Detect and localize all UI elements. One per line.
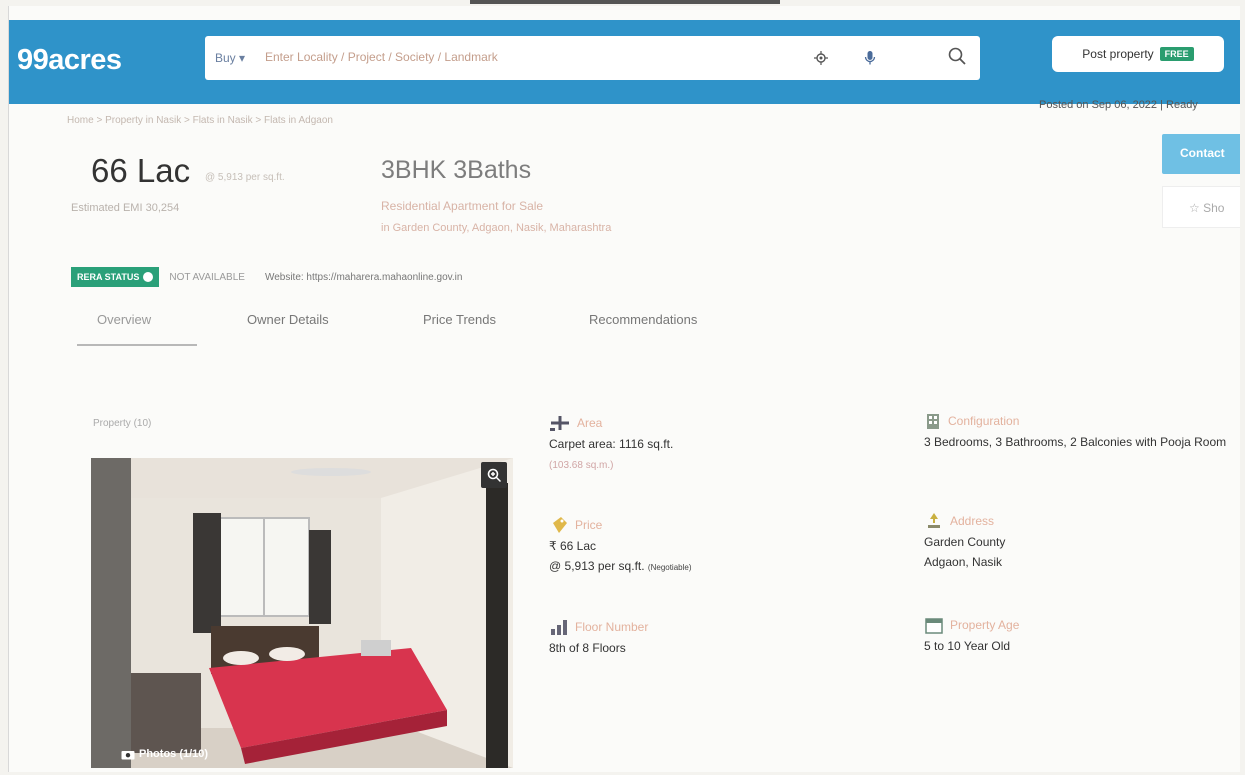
price-tag-icon (553, 517, 567, 533)
emi-estimate[interactable]: Estimated EMI 30,254 (71, 202, 179, 214)
floor-value: 8th of 8 Floors (549, 641, 626, 655)
buy-dropdown[interactable]: Buy ▾ (215, 51, 245, 65)
tab-owner-details[interactable]: Owner Details (247, 312, 329, 327)
feature-address: Address Garden County Adgaon, Nasik (924, 510, 1005, 572)
tab-price-trends[interactable]: Price Trends (423, 312, 496, 327)
area-icon (550, 416, 569, 431)
feature-price: Price ₹ 66 Lac @ 5,913 per sq.ft. (Negot… (549, 514, 692, 578)
area-sqm: (103.68 sq.m.) (549, 460, 614, 471)
top-edge-bar (470, 0, 780, 4)
property-page: 99acres Buy ▾ Post property FREE Posted … (8, 6, 1240, 772)
feature-configuration: Configuration 3 Bedrooms, 3 Bathrooms, 2… (924, 410, 1234, 452)
post-property-button[interactable]: Post property FREE (1052, 36, 1224, 72)
area-value: Carpet area: 1116 sq.ft. (549, 437, 674, 451)
shortlist-button[interactable]: ☆ Sho (1162, 186, 1240, 228)
tab-recommendations[interactable]: Recommendations (589, 312, 697, 327)
building-icon (927, 414, 939, 429)
camera-icon (121, 750, 135, 759)
feature-age: Property Age 5 to 10 Year Old (924, 614, 1019, 656)
zoom-button[interactable] (481, 462, 507, 488)
rera-status-badge[interactable]: RERA STATUS (71, 267, 160, 287)
configuration-value: 3 Bedrooms, 3 Bathrooms, 2 Balconies wit… (924, 435, 1227, 449)
rera-row: RERA STATUS NOT AVAILABLE Website: https… (71, 265, 462, 289)
gallery-label: Property (10) (93, 418, 152, 429)
price-per-sqft-value: @ 5,913 per sq.ft. (549, 559, 645, 573)
site-header: 99acres Buy ▾ Post property FREE (9, 20, 1240, 104)
address-line1: Garden County (924, 535, 1006, 549)
logo[interactable]: 99acres (17, 44, 122, 77)
feature-floor: Floor Number 8th of 8 Floors (549, 616, 648, 658)
search-icon[interactable] (947, 46, 967, 66)
contact-button[interactable]: Contact (1162, 134, 1240, 174)
star-icon: ☆ (1189, 201, 1200, 215)
price-value: ₹ 66 Lac (549, 539, 596, 553)
locate-icon[interactable] (811, 48, 831, 68)
floor-icon (551, 620, 567, 635)
photos-count-badge[interactable]: Photos (1/10) (121, 748, 208, 760)
price-per-sqft: @ 5,913 per sq.ft. (205, 172, 285, 183)
feature-area: Area Carpet area: 1116 sq.ft. (103.68 sq… (549, 416, 674, 471)
breadcrumb[interactable]: Home > Property in Nasik > Flats in Nasi… (67, 115, 333, 126)
active-tab-indicator (77, 344, 197, 346)
address-line2: Adgaon, Nasik (924, 555, 1003, 569)
calendar-icon (925, 618, 943, 634)
tab-overview[interactable]: Overview (97, 312, 151, 327)
age-value: 5 to 10 Year Old (924, 639, 1011, 653)
microphone-icon[interactable] (860, 48, 880, 68)
property-title: 3BHK 3Baths (381, 156, 532, 184)
negotiable-tag: (Negotiable) (647, 563, 692, 572)
bedroom-image (91, 458, 513, 768)
zoom-icon (487, 468, 502, 483)
info-icon (143, 272, 154, 282)
search-input[interactable] (265, 46, 785, 68)
rera-status-value: NOT AVAILABLE (169, 271, 245, 283)
search-bar[interactable]: Buy ▾ (205, 36, 980, 80)
property-photo[interactable]: Photos (1/10) (91, 458, 513, 768)
address-icon (928, 513, 940, 528)
property-location[interactable]: in Garden County, Adgaon, Nasik, Maharas… (381, 222, 611, 234)
price: 66 Lac (91, 152, 191, 189)
free-badge: FREE (1159, 47, 1194, 61)
rera-website[interactable]: Website: https://maharera.mahaonline.gov… (265, 272, 463, 283)
posted-date: Posted on Sep 06, 2022 | Ready (1039, 99, 1198, 111)
property-subtitle: Residential Apartment for Sale (381, 199, 544, 213)
